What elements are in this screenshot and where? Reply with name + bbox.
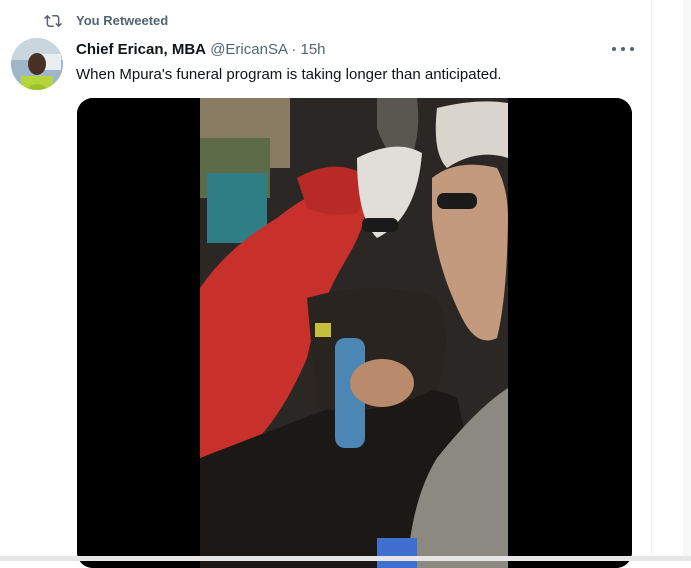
tweet-video[interactable] bbox=[77, 98, 632, 568]
more-icon[interactable] bbox=[612, 40, 634, 58]
bottom-scrollbar[interactable] bbox=[0, 556, 691, 561]
retweet-indicator bbox=[44, 12, 62, 30]
header-separator: · bbox=[291, 41, 297, 58]
sidebar-edge bbox=[683, 0, 691, 561]
column-divider bbox=[651, 0, 652, 561]
tweet-card[interactable]: You Retweeted Chief Erican, MBA @EricanS… bbox=[0, 0, 651, 568]
author-handle[interactable]: @EricanSA bbox=[210, 41, 287, 58]
tweet-timestamp[interactable]: 15h bbox=[300, 41, 325, 58]
author-name[interactable]: Chief Erican, MBA bbox=[76, 41, 206, 58]
video-frame bbox=[77, 98, 632, 568]
avatar[interactable] bbox=[11, 38, 63, 90]
retweet-icon bbox=[44, 14, 62, 28]
tweet-header: Chief Erican, MBA @EricanSA · 15h bbox=[76, 41, 326, 59]
retweet-label: You Retweeted bbox=[76, 13, 169, 28]
tweet-text: When Mpura's funeral program is taking l… bbox=[76, 66, 502, 83]
